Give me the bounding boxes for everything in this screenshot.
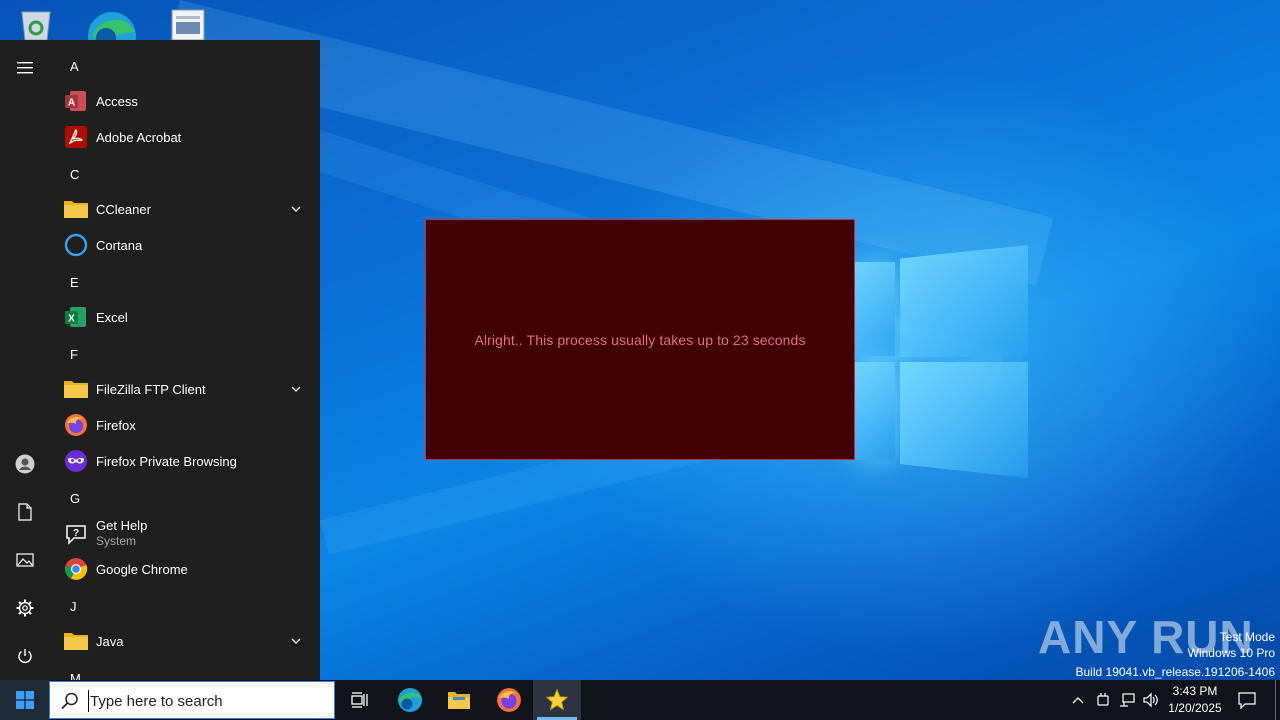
excel-icon: X (63, 304, 89, 330)
task-view-button[interactable] (336, 680, 384, 720)
windows-logo-pane (855, 262, 895, 356)
task-view-icon (351, 692, 368, 708)
document-desktop-icon[interactable] (168, 8, 208, 41)
taskbar-clock[interactable]: 3:43 PM 1/20/2025 (1166, 683, 1224, 717)
start-menu: A A Access Adobe Acrobat C CCleaner Cort… (0, 40, 320, 680)
taskbar-edge-button[interactable] (386, 680, 434, 720)
app-item-adobe-acrobat[interactable]: Adobe Acrobat (50, 119, 320, 155)
chrome-icon (63, 556, 89, 582)
folder-icon (63, 196, 89, 222)
chevron-down-icon[interactable] (290, 635, 302, 647)
settings-gear-icon[interactable] (0, 586, 50, 630)
show-desktop-button[interactable] (1275, 680, 1276, 720)
svg-text:X: X (68, 314, 75, 325)
app-name: Java (96, 633, 124, 649)
clock-time: 3:43 PM (1172, 684, 1218, 698)
action-center-notification-icon[interactable] (1237, 690, 1257, 710)
app-name: Adobe Acrobat (96, 129, 182, 145)
chevron-down-icon[interactable] (290, 383, 302, 395)
power-icon[interactable] (0, 634, 50, 678)
search-input[interactable] (88, 690, 328, 712)
taskbar-search-box[interactable] (49, 681, 335, 719)
file-explorer-icon (448, 692, 470, 709)
access-icon: A (63, 88, 89, 114)
app-item-firefox-private[interactable]: Firefox Private Browsing (50, 443, 320, 479)
app-name: FileZilla FTP Client (96, 381, 206, 397)
folder-icon (63, 376, 89, 402)
app-item-google-chrome[interactable]: Google Chrome (50, 551, 320, 587)
windows-logo-pane (900, 245, 1028, 357)
process-dialog: Alright.. This process usually takes up … (425, 219, 855, 460)
acrobat-icon (63, 124, 89, 150)
taskbar-file-explorer-button[interactable] (435, 680, 483, 720)
windows-logo-icon (15, 691, 34, 709)
letter-header-g[interactable]: G (70, 489, 80, 509)
app-name: Google Chrome (96, 561, 188, 577)
app-item-java[interactable]: Java (50, 623, 320, 659)
firefox-icon (497, 688, 521, 712)
edge-icon (398, 688, 422, 712)
network-icon[interactable] (1117, 690, 1137, 710)
letter-header-a[interactable]: A (70, 57, 79, 77)
taskbar-firefox-button[interactable] (485, 680, 533, 720)
start-rail (0, 40, 50, 680)
edge-desktop-icon[interactable] (88, 8, 136, 60)
get-help-icon: ? (63, 521, 89, 547)
folder-icon (63, 628, 89, 654)
hamburger-menu-icon[interactable] (0, 46, 50, 90)
dialog-message: Alright.. This process usually takes up … (474, 331, 806, 348)
user-account-icon[interactable] (0, 442, 50, 486)
svg-text:?: ? (73, 528, 79, 539)
device-tray-icon[interactable] (1093, 690, 1113, 710)
documents-icon[interactable] (0, 490, 50, 534)
build-label: Build 19041.vb_release.191206-1406 (1075, 665, 1276, 679)
star-icon (545, 688, 569, 711)
firefox-private-icon (63, 448, 89, 474)
volume-icon[interactable] (1141, 690, 1161, 710)
app-name: Firefox Private Browsing (96, 453, 237, 469)
windows-logo-pane (900, 362, 1028, 478)
show-hidden-icons-chevron-up-icon[interactable] (1068, 690, 1088, 710)
letter-header-c[interactable]: C (70, 165, 79, 185)
app-item-filezilla[interactable]: FileZilla FTP Client (50, 371, 320, 407)
letter-header-m[interactable]: M (70, 669, 81, 680)
clock-date: 1/20/2025 (1168, 701, 1222, 715)
app-item-access[interactable]: A Access (50, 83, 320, 119)
windows-logo-pane (855, 362, 895, 460)
chevron-down-icon[interactable] (290, 203, 302, 215)
pictures-icon[interactable] (0, 538, 50, 582)
letter-header-j[interactable]: J (70, 597, 77, 617)
app-item-get-help[interactable]: ? Get Help System (50, 515, 320, 553)
start-button[interactable] (0, 680, 49, 720)
taskbar: 3:43 PM 1/20/2025 (0, 680, 1280, 720)
letter-header-f[interactable]: F (70, 345, 78, 365)
app-name: CCleaner (96, 201, 151, 217)
firefox-icon (63, 412, 89, 438)
letter-header-e[interactable]: E (70, 273, 79, 293)
windows-edition-label: Windows 10 Pro (1187, 646, 1275, 660)
app-subtitle: System (96, 534, 137, 548)
app-item-excel[interactable]: X Excel (50, 299, 320, 335)
app-name: Excel (96, 309, 128, 325)
taskbar-star-app-button[interactable] (533, 680, 581, 720)
app-item-firefox[interactable]: Firefox (50, 407, 320, 443)
svg-text:A: A (68, 98, 75, 109)
app-name: Access (96, 93, 138, 109)
app-list: A A Access Adobe Acrobat C CCleaner Cort… (50, 40, 320, 680)
test-mode-label: Test Mode (1219, 630, 1275, 644)
app-name: Get Help (96, 518, 148, 533)
app-item-cortana[interactable]: Cortana (50, 227, 320, 263)
app-item-ccleaner[interactable]: CCleaner (50, 191, 320, 227)
cortana-icon (63, 232, 89, 258)
app-name: Firefox (96, 417, 136, 433)
search-icon (61, 692, 78, 710)
app-name: Cortana (96, 237, 143, 253)
recycle-bin-icon[interactable] (16, 8, 56, 41)
